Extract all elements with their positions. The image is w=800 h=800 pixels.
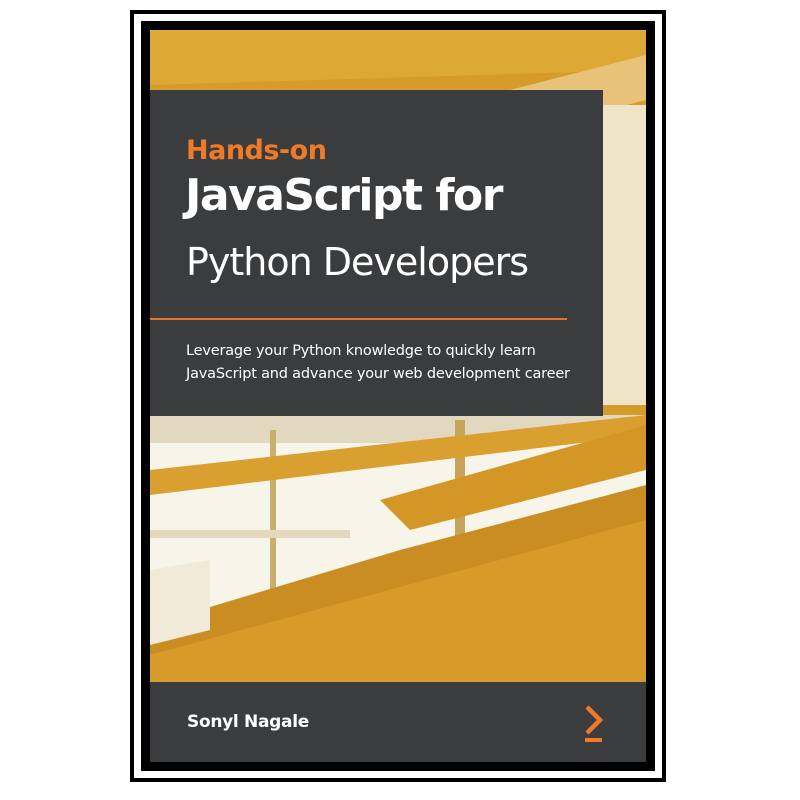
tagline-line-1: Leverage your Python knowledge to quickl… bbox=[186, 343, 536, 359]
title-prefix: Hands-on bbox=[186, 135, 327, 166]
book-title: JavaScript for bbox=[185, 170, 503, 221]
tagline-line-2: JavaScript and advance your web developm… bbox=[186, 366, 570, 382]
author-name: Sonyl Nagale bbox=[187, 712, 309, 732]
title-divider bbox=[150, 318, 567, 320]
book-subtitle: Python Developers bbox=[186, 240, 529, 284]
tagline: Leverage your Python knowledge to quickl… bbox=[186, 340, 586, 386]
chevron-right-icon bbox=[585, 705, 604, 742]
